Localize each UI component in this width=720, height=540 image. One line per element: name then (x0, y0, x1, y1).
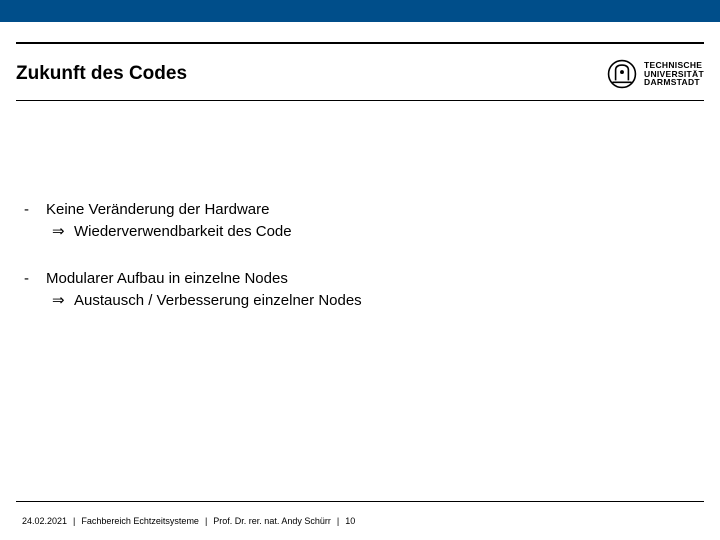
header-rule (16, 100, 704, 101)
university-name: TECHNISCHE UNIVERSITÄT DARMSTADT (644, 61, 704, 88)
bullet-sub-row: ⇒ Austausch / Verbesserung einzelner Nod… (46, 291, 362, 311)
university-logo: TECHNISCHE UNIVERSITÄT DARMSTADT (606, 58, 704, 90)
footer-sep: | (71, 516, 77, 526)
bullet-body: Keine Veränderung der Hardware ⇒ Wiederv… (46, 200, 292, 243)
footer-author: Prof. Dr. rer. nat. Andy Schürr (213, 516, 331, 526)
athena-seal-icon (606, 58, 638, 90)
list-item: - Keine Veränderung der Hardware ⇒ Wiede… (24, 200, 696, 243)
list-item: - Modularer Aufbau in einzelne Nodes ⇒ A… (24, 269, 696, 312)
footer-rule (16, 501, 704, 502)
content-area: - Keine Veränderung der Hardware ⇒ Wiede… (24, 200, 696, 337)
uni-line3: DARMSTADT (644, 78, 704, 87)
footer-sep: | (203, 516, 209, 526)
bullet-dash: - (24, 200, 46, 243)
footer: 24.02.2021 | Fachbereich Echtzeitsysteme… (22, 516, 698, 526)
slide-title: Zukunft des Codes (16, 63, 187, 85)
bullet-sub-row: ⇒ Wiederverwendbarkeit des Code (46, 222, 292, 242)
bullet-main: Modularer Aufbau in einzelne Nodes (46, 269, 362, 289)
header-row: Zukunft des Codes TECHNISCHE UNIVERSITÄT… (16, 52, 704, 96)
bullet-sub: Wiederverwendbarkeit des Code (74, 222, 292, 242)
bullet-dash: - (24, 269, 46, 312)
slide: Zukunft des Codes TECHNISCHE UNIVERSITÄT… (0, 0, 720, 540)
footer-sep: | (335, 516, 341, 526)
footer-department: Fachbereich Echtzeitsysteme (81, 516, 199, 526)
top-accent-bar (0, 0, 720, 22)
implies-arrow-icon: ⇒ (46, 222, 74, 242)
bullet-sub: Austausch / Verbesserung einzelner Nodes (74, 291, 362, 311)
footer-page: 10 (345, 516, 355, 526)
bullet-main: Keine Veränderung der Hardware (46, 200, 292, 220)
top-rule (16, 42, 704, 44)
implies-arrow-icon: ⇒ (46, 291, 74, 311)
footer-date: 24.02.2021 (22, 516, 67, 526)
bullet-body: Modularer Aufbau in einzelne Nodes ⇒ Aus… (46, 269, 362, 312)
